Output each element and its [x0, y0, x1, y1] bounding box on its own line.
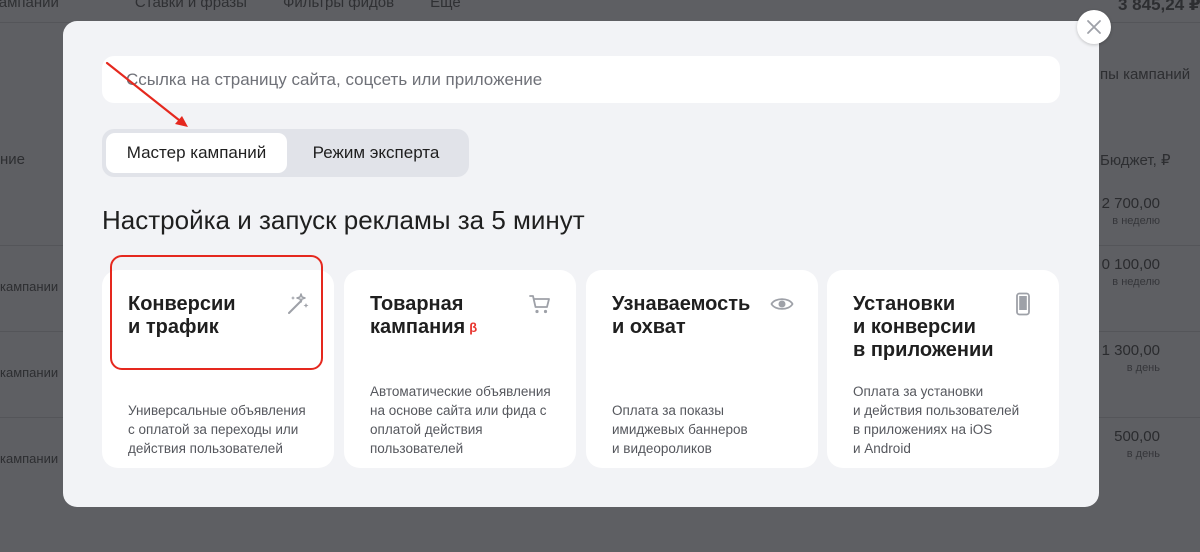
- card-title: Конверсии и трафик: [128, 293, 278, 339]
- bg-tab: Ещё: [430, 0, 461, 11]
- bg-balance: 3 845,24 ₽: [1118, 0, 1200, 14]
- card-title-line: и трафик: [128, 316, 219, 338]
- magic-wand-icon: [288, 293, 309, 314]
- bg-budget-value: 1 300,00: [1101, 342, 1160, 359]
- bg-budget-header: Бюджет, ₽: [1100, 152, 1171, 169]
- eye-icon: [770, 298, 794, 310]
- beta-badge: β: [469, 320, 478, 335]
- phone-icon: [1016, 292, 1030, 316]
- campaign-master-tab[interactable]: Мастер кампаний: [106, 133, 287, 173]
- card-desc-line: Оплата за показы: [612, 403, 724, 418]
- card-title-line: кампания: [370, 316, 466, 338]
- bg-row-label: кампании: [0, 451, 59, 466]
- card-desc-line: Универсальные объявления: [128, 403, 306, 418]
- bg-budget-period: в день: [1126, 448, 1160, 460]
- card-desc-line: и Android: [853, 441, 911, 456]
- card-desc-line: и видеороликов: [612, 441, 712, 456]
- bg-right-header: пы кампаний: [1100, 66, 1191, 83]
- card-title: Установки и конверсии в приложении: [853, 293, 1003, 362]
- card-description: Универсальные объявления с оплатой за пе…: [128, 401, 306, 458]
- card-desc-line: в приложениях на iOS: [853, 422, 993, 437]
- bg-left-header: ние: [0, 151, 26, 168]
- card-desc-line: Автоматические объявления: [370, 384, 551, 399]
- card-title-line: в приложении: [853, 339, 994, 361]
- card-title: Узнаваемость и охват: [612, 293, 762, 339]
- bg-budget-value: 2 700,00: [1101, 195, 1160, 212]
- bg-budget-period: в день: [1126, 362, 1160, 374]
- card-desc-line: и действия пользователей: [853, 403, 1020, 418]
- card-description: Оплата за показы имиджевых баннеров и ви…: [612, 401, 748, 458]
- card-description: Оплата за установки и действия пользоват…: [853, 382, 1019, 458]
- card-title-line: Товарная: [370, 293, 464, 315]
- card-title-line: и охват: [612, 316, 686, 338]
- card-title-line: Узнаваемость: [612, 293, 751, 315]
- close-button[interactable]: [1077, 10, 1111, 44]
- bg-tabs: Кампании Ставки и фразы Фильтры фидов Ещ…: [0, 0, 461, 16]
- site-url-input[interactable]: [102, 56, 1060, 103]
- bg-tab: Кампании: [0, 0, 59, 11]
- bg-budget-value: 500,00: [1114, 428, 1160, 445]
- card-description: Автоматические объявления на основе сайт…: [370, 382, 551, 458]
- bg-tab: Фильтры фидов: [282, 0, 395, 11]
- annotation-arrow: [105, 61, 188, 127]
- modal-headline: Настройка и запуск рекламы за 5 минут: [102, 205, 585, 235]
- bg-budget-value: 0 100,00: [1101, 256, 1160, 273]
- card-desc-line: оплатой действия: [370, 422, 483, 437]
- close-icon: [1087, 20, 1101, 34]
- card-awareness-reach[interactable]: Узнаваемость и охват Оплата за показы им…: [586, 270, 818, 468]
- card-title: Товарная кампания β: [370, 293, 520, 339]
- card-title-line: Конверсии: [128, 293, 236, 315]
- cart-icon: [529, 295, 550, 314]
- card-product-campaign[interactable]: Товарная кампания β Автоматические объявл…: [344, 270, 576, 468]
- bg-budget-period: в неделю: [1112, 276, 1160, 288]
- card-conversions-traffic[interactable]: Конверсии и трафик Универсальные объявле…: [102, 270, 334, 468]
- card-desc-line: имиджевых баннеров: [612, 422, 748, 437]
- bg-row-label: кампании: [0, 279, 59, 294]
- card-desc-line: действия пользователей: [128, 441, 283, 456]
- card-app-installs[interactable]: Установки и конверсии в приложении Оплат…: [827, 270, 1059, 468]
- card-title-line: Установки: [853, 293, 956, 315]
- bg-row-label: кампании: [0, 365, 59, 380]
- bg-budget-period: в неделю: [1112, 215, 1160, 227]
- bg-tab: Ставки и фразы: [134, 0, 247, 11]
- card-desc-line: пользователей: [370, 441, 464, 456]
- card-desc-line: Оплата за установки: [853, 384, 984, 399]
- card-desc-line: на основе сайта или фида с: [370, 403, 547, 418]
- expert-mode-tab[interactable]: Режим эксперта: [287, 133, 465, 173]
- card-title-line: и конверсии: [853, 316, 976, 338]
- card-desc-line: с оплатой за переходы или: [128, 422, 299, 437]
